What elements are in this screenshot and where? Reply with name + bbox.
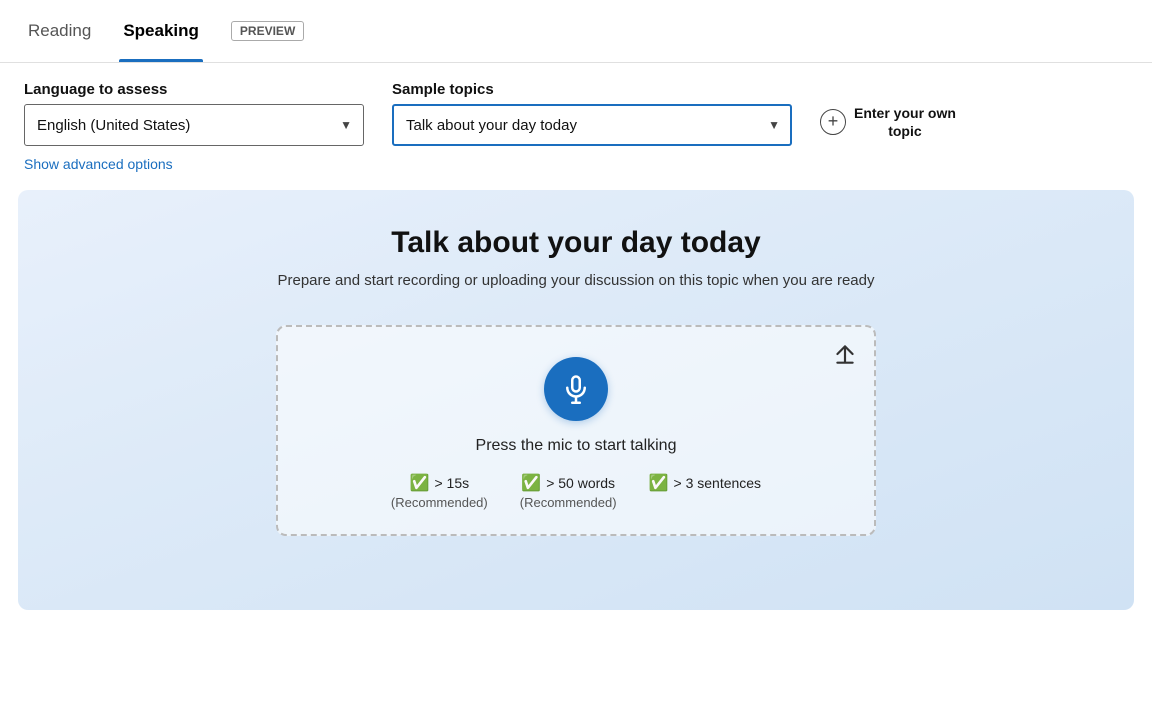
topic-select-wrapper: Talk about your day today ▼ (392, 104, 792, 146)
topic-field-group: Sample topics Talk about your day today … (392, 81, 792, 146)
check-icon-sentences: ✅ (649, 473, 669, 493)
topic-label: Sample topics (392, 81, 792, 98)
req-words-sub: (Recommended) (520, 495, 617, 510)
check-icon-words: ✅ (521, 473, 541, 493)
recording-box: Press the mic to start talking ✅ > 15s (… (276, 325, 876, 536)
plus-icon: + (820, 109, 846, 135)
tab-speaking[interactable]: Speaking (119, 0, 203, 62)
tab-preview[interactable]: PREVIEW (231, 21, 304, 41)
req-sentences-label: > 3 sentences (674, 475, 762, 491)
req-words: ✅ > 50 words (Recommended) (520, 473, 617, 510)
topic-subtitle: Prepare and start recording or uploading… (277, 272, 874, 289)
req-time: ✅ > 15s (Recommended) (391, 473, 488, 510)
topic-select[interactable]: Talk about your day today (392, 104, 792, 146)
req-words-label: > 50 words (546, 475, 615, 491)
mic-button[interactable] (544, 357, 608, 421)
tab-bar: Reading Speaking PREVIEW (0, 0, 1152, 63)
requirements-row: ✅ > 15s (Recommended) ✅ > 50 words (Reco… (391, 473, 761, 510)
main-card: Talk about your day today Prepare and st… (18, 190, 1134, 610)
controls-area: Language to assess English (United State… (0, 63, 1152, 182)
enter-own-topic[interactable]: + Enter your owntopic (820, 104, 956, 140)
topic-title: Talk about your day today (391, 226, 761, 260)
upload-icon[interactable] (832, 341, 858, 373)
req-time-label: > 15s (434, 475, 469, 491)
controls-row: Language to assess English (United State… (24, 81, 1128, 146)
req-sentences: ✅ > 3 sentences (649, 473, 761, 493)
req-time-sub: (Recommended) (391, 495, 488, 510)
language-label: Language to assess (24, 81, 364, 98)
press-mic-label: Press the mic to start talking (476, 437, 677, 455)
tab-reading[interactable]: Reading (24, 0, 95, 62)
language-select[interactable]: English (United States) (24, 104, 364, 146)
check-icon-time: ✅ (410, 473, 430, 493)
language-field-group: Language to assess English (United State… (24, 81, 364, 146)
mic-icon (561, 374, 591, 404)
show-advanced-link[interactable]: Show advanced options (24, 156, 173, 172)
language-select-wrapper: English (United States) ▼ (24, 104, 364, 146)
enter-own-label: Enter your owntopic (854, 104, 956, 140)
